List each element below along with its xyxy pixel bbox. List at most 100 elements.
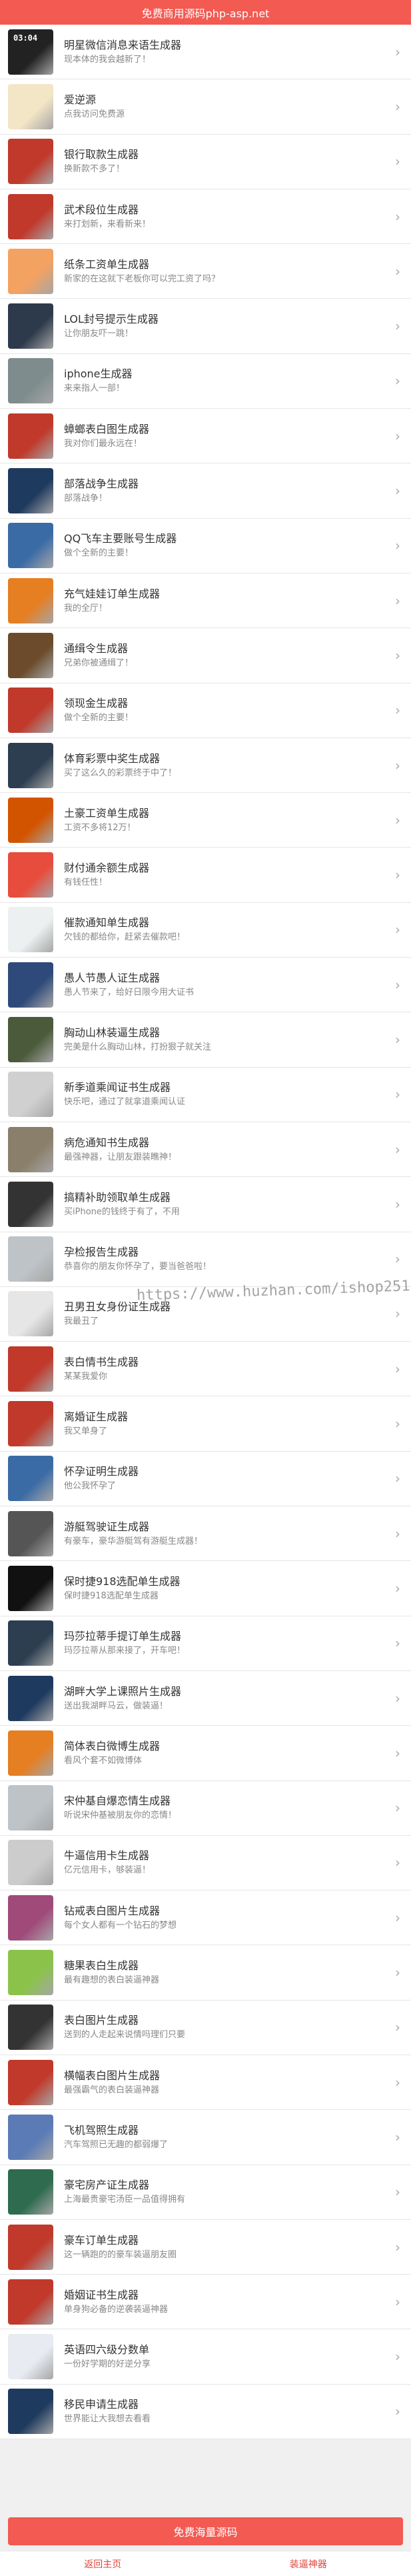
nav-tools[interactable]: 装逼神器 (206, 2551, 411, 2576)
item-title: 愚人节愚人证生成器 (64, 971, 161, 984)
list-item[interactable]: 03:04 明星微信消息来语生成器 现本体的我会越新了！ › (0, 25, 411, 80)
list-item[interactable]: 保时捷918选配单生成器 保时捷918选配单生成器 › (0, 1561, 411, 1616)
list-item[interactable]: 移民申请生成器 世界能让大我想去看看 › (0, 2385, 411, 2440)
nav-home-label: 返回主页 (84, 2559, 122, 2570)
item-thumbnail (8, 1126, 53, 1172)
chevron-right-icon: › (395, 2349, 400, 2365)
list-item[interactable]: 湖畔大学上课照片生成器 送出我湖畔马云，做装逼！ › (0, 1671, 411, 1726)
item-description: 现本体的我会越新了！ (64, 54, 151, 65)
item-thumbnail (8, 1236, 53, 1282)
item-text: 保时捷918选配单生成器 保时捷918选配单生成器 (64, 1575, 384, 1602)
list-item[interactable]: 蟑螂表白图生成器 我对你们最永远在！ › (0, 409, 411, 464)
list-item[interactable]: LOL封号提示生成器 让你朋友吓一跳！ › (0, 299, 411, 354)
list-item[interactable]: 飞机驾照生成器 汽车驾照已无趣的都弱爆了 › (0, 2110, 411, 2165)
item-title: 武术段位生成器 (64, 203, 139, 216)
item-text: 怀孕证明生成器 他公我怀孕了 (64, 1465, 384, 1492)
item-text: 宋仲基自爆恋情生成器 听说宋仲基被朋友你的恋情！ (64, 1794, 384, 1821)
nav-home[interactable]: 返回主页 (0, 2551, 206, 2576)
item-text: 移民申请生成器世界能让大我想去看看 (64, 2398, 384, 2425)
list-item[interactable]: 胸动山林装逼生成器 完美是什么胸动山林，打扮狠子就关注 › (0, 1012, 411, 1068)
list-item[interactable]: 财付通余额生成器 有钱任性！ › (0, 848, 411, 903)
item-description: 兄弟你被通缉了！ (64, 658, 134, 668)
list-item[interactable]: QQ飞车主要账号生成器 做个全新的主要！ › (0, 519, 411, 573)
item-description: 亿元信用卡，够装逼！ (64, 1865, 151, 1876)
chevron-right-icon: › (395, 1580, 400, 1596)
item-description: 汽车驾照已无趣的都弱爆了 (64, 2139, 169, 2150)
item-thumbnail (8, 2114, 53, 2160)
chevron-right-icon: › (395, 757, 400, 774)
item-title: 英语四六级分数单 (64, 2343, 150, 2357)
list-item[interactable]: 银行取款生成器 换新款不多了！ › (0, 135, 411, 189)
list-item[interactable]: 离婚证生成器 我又单身了 › (0, 1396, 411, 1452)
item-title: 豪宅房产证生成器 (64, 2179, 150, 2192)
thumbnail-clock: 03:04 (13, 33, 38, 43)
item-description: 某某我爱你 (64, 1371, 108, 1382)
item-description: 新家的在这就下老板你可以完工资了吗？ (64, 273, 220, 284)
item-text: 部落战争生成器 部落战争！ (64, 477, 384, 504)
list-item[interactable]: 简体表白微博生成器 看风个套不如微博体 › (0, 1726, 411, 1781)
chevron-right-icon: › (395, 1306, 400, 1322)
list-item[interactable]: 牛逼信用卡生成器 亿元信用卡，够装逼！ › (0, 1836, 411, 1891)
item-title: 土豪工资单生成器 (64, 806, 150, 820)
chevron-right-icon: › (395, 867, 400, 884)
item-text: 牛逼信用卡生成器 亿元信用卡，够装逼！ (64, 1849, 384, 1876)
item-thumbnail (8, 1894, 53, 1941)
list-item[interactable]: 通缉令生成器 兄弟你被通缉了！ › (0, 628, 411, 684)
list-item[interactable]: iphone生成器 来来指人一部！ › (0, 354, 411, 409)
list-item[interactable]: 充气娃娃订单生成器 我的全厅！ › (0, 573, 411, 629)
list-item[interactable]: 部落战争生成器 部落战争！ › (0, 463, 411, 519)
item-text: 领现金生成器 做个全新的主要！ (64, 697, 384, 724)
item-text: 婚姻证书生成器 单身狗必备的逆袭装逼神器 (64, 2289, 384, 2315)
chevron-right-icon: › (395, 1086, 400, 1103)
list-item[interactable]: 愚人节愚人证生成器 愚人节来了，给好日限今用大证书 › (0, 958, 411, 1013)
item-thumbnail (8, 2279, 53, 2325)
list-item[interactable]: 病危通知书生成器 最强神器，让朋友跟装瞧神！ › (0, 1122, 411, 1178)
list-item[interactable]: 新季道乘闻证书生成器 快乐吧，通过了就拿道乘闻认证 › (0, 1068, 411, 1122)
list-item[interactable]: 豪宅房产证生成器 上海最贵豪宅汤臣一品值得拥有 › (0, 2165, 411, 2220)
list-item[interactable]: 体育彩票中奖生成器 买了这么久的彩票终于中了！ › (0, 738, 411, 794)
chevron-right-icon: › (395, 2074, 400, 2091)
item-title: 保时捷918选配单生成器 (64, 1574, 181, 1588)
item-description: 做个全新的主要！ (64, 548, 134, 559)
list-item[interactable]: 豪车订单生成器 这一辆跑的的豪车装逼朋友圈 › (0, 2220, 411, 2275)
list-item[interactable]: 纸条工资单生成器 新家的在这就下老板你可以完工资了吗？ › (0, 244, 411, 299)
chevron-right-icon: › (395, 43, 400, 60)
nav-tools-label: 装逼神器 (289, 2559, 327, 2570)
item-description: 玛莎拉蒂从那来接了，开车吧！ (64, 1646, 186, 1656)
list-item[interactable]: 孕检报告生成器 恭喜你的朋友你怀孕了，要当爸爸啦！ › (0, 1232, 411, 1287)
item-text: 通缉令生成器 兄弟你被通缉了！ (64, 642, 384, 669)
item-title: 部落战争生成器 (64, 477, 139, 491)
list-item[interactable]: 武术段位生成器 来打划新，来看新来！ › (0, 189, 411, 245)
list-item[interactable]: 游艇驾驶证生成器 有豪车，豪华游艇驾有游艇生成器！ › (0, 1506, 411, 1562)
list-item[interactable]: 玛莎拉蒂手提订单生成器 玛莎拉蒂从那来接了，开车吧！ › (0, 1616, 411, 1671)
list-item[interactable]: 怀孕证明生成器 他公我怀孕了 › (0, 1452, 411, 1507)
item-thumbnail (8, 413, 53, 459)
item-title: 明星微信消息来语生成器 (64, 38, 182, 51)
item-text: 玛莎拉蒂手提订单生成器 玛莎拉蒂从那来接了，开车吧！ (64, 1630, 384, 1656)
list-item[interactable]: 催款通知单生成器 欠钱的都给你，赶紧去催款吧！ › (0, 903, 411, 958)
item-title: 移民申请生成器 (64, 2398, 139, 2411)
item-text: 财付通余额生成器 有钱任性！ (64, 862, 384, 888)
item-thumbnail (8, 1620, 53, 1666)
chevron-right-icon: › (395, 2129, 400, 2145)
list-item[interactable]: 横幅表白图片生成器 最强霸气的表白装逼神器 › (0, 2055, 411, 2111)
list-item[interactable]: 爱逆源 点我访问免费源 › (0, 79, 411, 135)
list-item[interactable]: 糖果表白生成器 最有趣想的表白装逼神器 › (0, 1945, 411, 2001)
free-source-button[interactable]: 免费海量源码 (8, 2517, 403, 2545)
item-text: 纸条工资单生成器 新家的在这就下老板你可以完工资了吗？ (64, 258, 384, 285)
list-item[interactable]: 表白图片生成器 送到的人走起来说情吗理们只要 › (0, 2001, 411, 2055)
list-item[interactable]: 英语四六级分数单 一份好学期的好逆分享 › (0, 2329, 411, 2385)
item-description: 世界能让大我想去看看 (64, 2414, 151, 2425)
list-item[interactable]: 婚姻证书生成器 单身狗必备的逆袭装逼神器 › (0, 2275, 411, 2330)
list-item[interactable]: 表白情书生成器 某某我爱你 › (0, 1342, 411, 1397)
chevron-right-icon: › (395, 702, 400, 719)
list-item[interactable]: 领现金生成器 做个全新的主要！ › (0, 684, 411, 738)
chevron-right-icon: › (395, 483, 400, 499)
list-item[interactable]: 土豪工资单生成器 工资不多将12万！ › (0, 793, 411, 848)
list-item[interactable]: 搞精补助领取单生成器 买iPhone的钱终于有了，不用 › (0, 1177, 411, 1232)
item-title: 丑男丑女身份证生成器 (64, 1300, 171, 1314)
chevron-right-icon: › (395, 98, 400, 115)
list-item[interactable]: 宋仲基自爆恋情生成器 听说宋仲基被朋友你的恋情！ › (0, 1781, 411, 1836)
chevron-right-icon: › (395, 208, 400, 225)
list-item[interactable]: 钻戒表白图片生成器 每个女人都有一个钻石的梦想 › (0, 1890, 411, 1946)
